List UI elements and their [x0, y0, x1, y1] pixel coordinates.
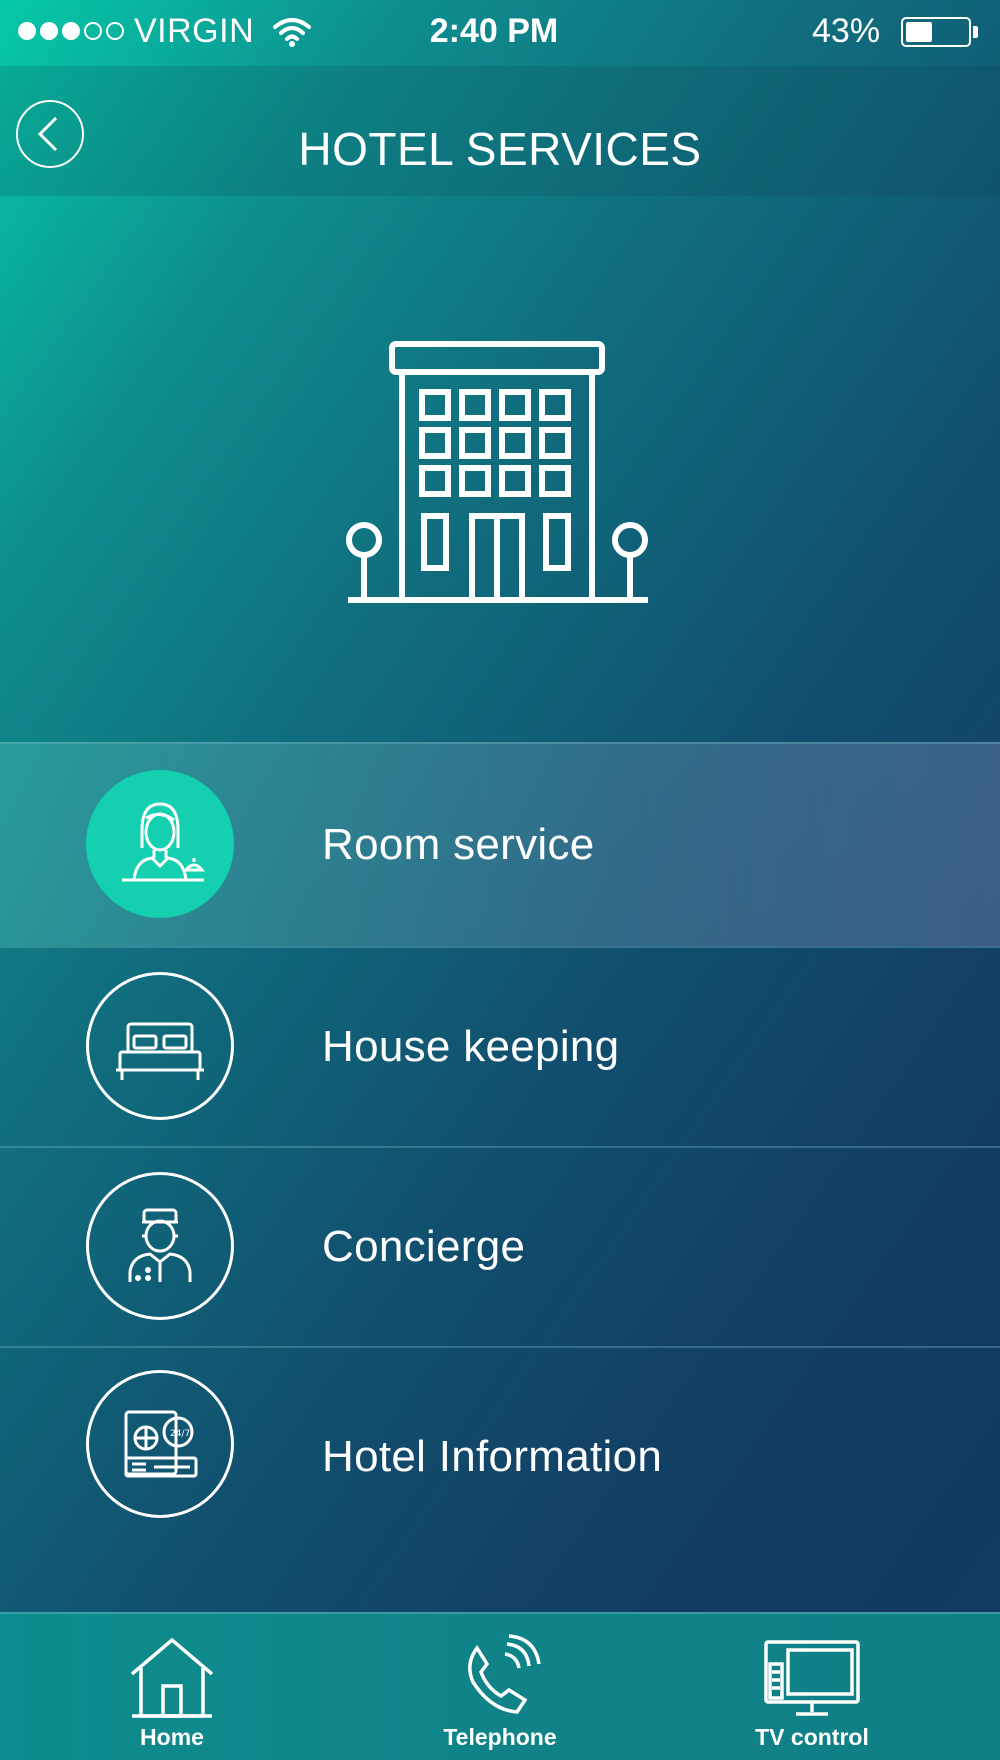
battery-level	[906, 22, 932, 42]
passport-info-icon: 24/7	[124, 1410, 198, 1478]
status-time-text: 2:40 PM	[429, 12, 559, 50]
carrier-name: VIRGIN	[134, 12, 255, 50]
service-list: Room service House keeping Concierge 24/…	[0, 742, 1000, 1558]
service-label: House keeping	[322, 1022, 620, 1071]
telephone-icon	[468, 1634, 541, 1714]
service-row-room-service[interactable]: Room service	[0, 742, 1000, 946]
tab-label: Home	[140, 1724, 204, 1750]
nav-header: HOTEL SERVICES	[0, 66, 1000, 196]
concierge-icon	[128, 1208, 192, 1282]
service-label: Hotel Information	[322, 1432, 663, 1481]
bottom-tab-bar: Home Telephone TV control	[0, 1612, 1000, 1760]
tab-label: TV control	[755, 1724, 869, 1750]
service-row-concierge[interactable]: Concierge	[0, 1146, 1000, 1346]
page-title: HOTEL SERVICES	[298, 123, 702, 175]
signal-dot	[106, 22, 124, 40]
signal-dot	[40, 22, 58, 40]
app-screen: VIRGIN 2:40 PM 43% HOTEL SERVICES Room s…	[0, 0, 1000, 1760]
home-icon	[130, 1637, 214, 1718]
service-label: Room service	[322, 820, 595, 869]
concierge-icon-badge	[86, 1172, 234, 1320]
bed-icon	[116, 1022, 204, 1080]
hotel-building-icon	[346, 341, 648, 603]
battery-percent: 43%	[812, 12, 881, 50]
signal-strength-icon	[18, 22, 124, 40]
room-service-icon-badge	[86, 770, 234, 918]
wifi-icon	[273, 18, 311, 47]
service-label: Concierge	[322, 1222, 526, 1271]
service-row-house-keeping[interactable]: House keeping	[0, 946, 1000, 1146]
hotel-information-icon-badge: 24/7	[86, 1370, 234, 1518]
tv-icon	[764, 1640, 860, 1716]
tab-telephone[interactable]: Telephone	[390, 1614, 610, 1760]
battery-tip	[973, 26, 978, 38]
signal-dot	[62, 22, 80, 40]
status-bar: VIRGIN 2:40 PM 43%	[0, 0, 1000, 66]
svg-text:24/7: 24/7	[170, 1429, 190, 1439]
signal-dot	[84, 22, 102, 40]
hero-banner	[0, 196, 1000, 742]
house-keeping-icon-badge	[86, 972, 234, 1120]
battery-icon	[901, 17, 971, 47]
signal-dot	[18, 22, 36, 40]
service-row-hotel-information[interactable]: 24/7 Hotel Information	[0, 1346, 1000, 1558]
tab-tv-control[interactable]: TV control	[702, 1614, 922, 1760]
tab-label: Telephone	[443, 1724, 557, 1750]
tab-home[interactable]: Home	[62, 1614, 282, 1760]
room-service-attendant-icon	[122, 802, 206, 882]
